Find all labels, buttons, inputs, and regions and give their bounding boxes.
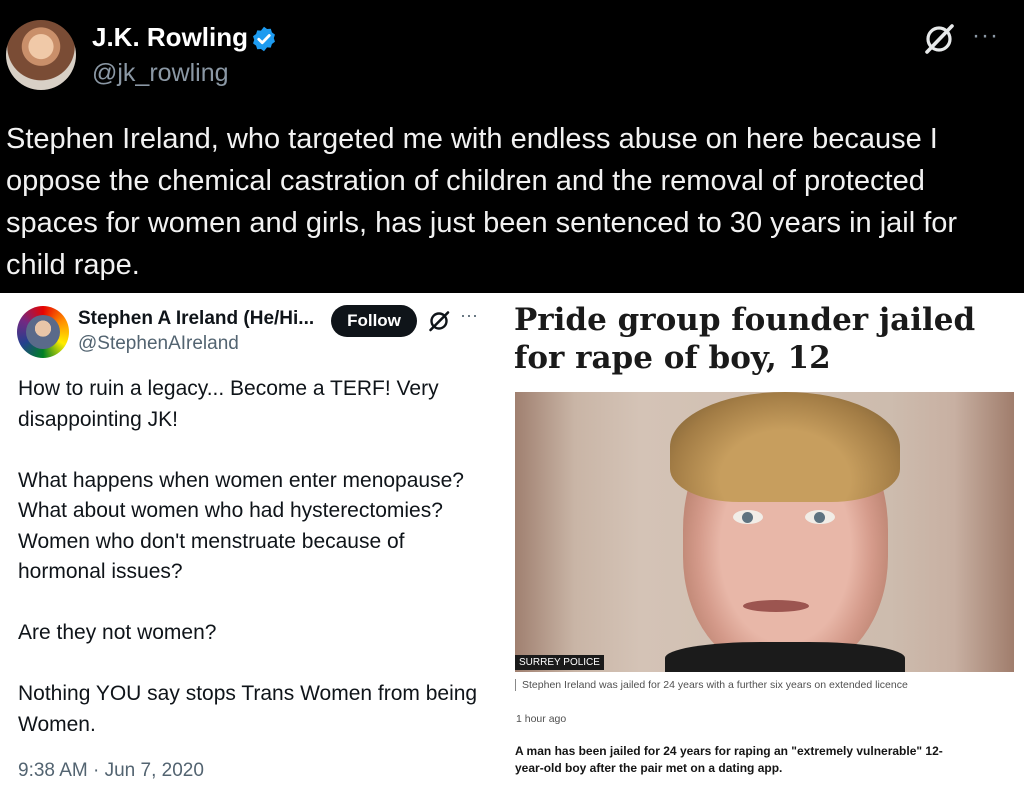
shirt-shape <box>665 642 905 672</box>
more-options-icon[interactable]: ··· <box>972 22 999 50</box>
main-tweet: J.K. Rowling @jk_rowling ··· Stephen Ire… <box>0 0 1024 293</box>
quoted-author-avatar[interactable] <box>17 306 69 358</box>
hair-shape <box>670 392 900 502</box>
tweet-text: Stephen Ireland, who targeted me with en… <box>6 123 958 281</box>
article-time: 1 hour ago <box>516 713 567 725</box>
quoted-tweet: Stephen A Ireland (He/Hi... @StephenAIre… <box>0 293 494 802</box>
mouth-shape <box>743 600 809 612</box>
right-eye <box>805 510 835 524</box>
quoted-tweet-text: How to ruin a legacy... Become a TERF! V… <box>18 377 478 736</box>
photo-caption: Stephen Ireland was jailed for 24 years … <box>515 679 908 691</box>
grok-icon[interactable] <box>922 22 956 56</box>
article-lede: A man has been jailed for 24 years for r… <box>515 744 943 775</box>
more-options-icon[interactable]: ··· <box>460 305 478 326</box>
author-avatar[interactable] <box>6 20 76 90</box>
quoted-author-name[interactable]: Stephen A Ireland (He/Hi... <box>78 308 314 330</box>
grok-icon[interactable] <box>427 309 451 333</box>
verified-badge-icon <box>253 26 275 52</box>
mugshot-photo <box>515 392 1014 672</box>
photo-credit: SURREY POLICE <box>515 655 604 670</box>
article-headline: Pride group founder jailed for rape of b… <box>514 302 976 376</box>
quoted-tweet-timestamp[interactable]: 9:38 AM · Jun 7, 2020 <box>18 760 204 782</box>
follow-button[interactable]: Follow <box>331 305 417 337</box>
left-eye <box>733 510 763 524</box>
quoted-author-handle[interactable]: @StephenAIreland <box>78 333 239 355</box>
news-article: Pride group founder jailed for rape of b… <box>494 293 1024 802</box>
author-name[interactable]: J.K. Rowling <box>92 22 248 53</box>
author-handle[interactable]: @jk_rowling <box>92 59 229 88</box>
